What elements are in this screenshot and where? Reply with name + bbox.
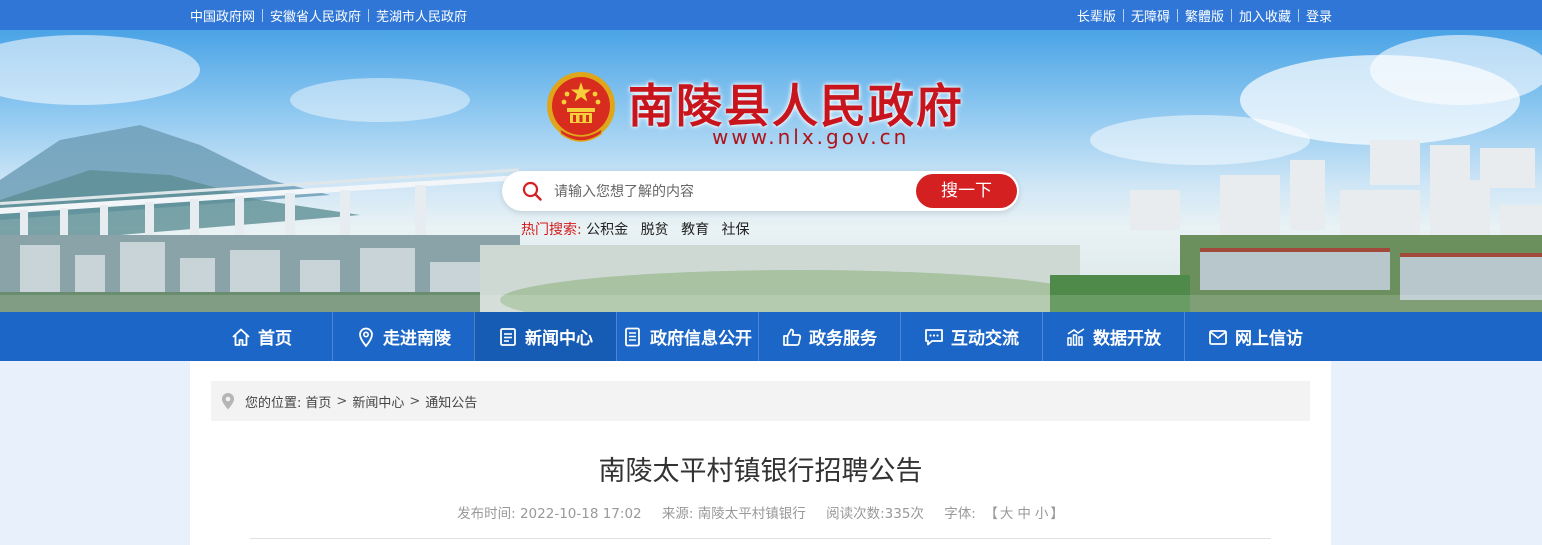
hot-search: 热门搜索: 公积金 脱贫 教育 社保 xyxy=(521,219,758,239)
hot-term-poverty[interactable]: 脱贫 xyxy=(641,222,669,238)
nav-label: 政务服务 xyxy=(809,329,877,349)
font-size-small[interactable]: 小 xyxy=(1035,506,1049,522)
search-input[interactable] xyxy=(552,177,906,207)
read-count-label: 阅读次数: xyxy=(826,506,885,522)
location-pin-icon xyxy=(222,393,234,410)
link-wuhu-gov[interactable]: 芜湖市人民政府 xyxy=(376,6,467,25)
breadcrumb-separator: > xyxy=(336,393,348,409)
chat-icon xyxy=(925,328,943,345)
nav-open-data[interactable]: 数据开放 xyxy=(1042,312,1184,361)
breadcrumb-prefix: 您的位置: xyxy=(245,395,302,411)
nav-gov-info-disclosure[interactable]: 政府信息公开 xyxy=(616,312,758,361)
main-nav: 首页 走进南陵 新闻中心 政府信息公开 政务服务 互动交流 数据开放 网上信访 xyxy=(0,312,1542,361)
link-login[interactable]: 登录 xyxy=(1306,6,1332,25)
nav-label: 网上信访 xyxy=(1235,329,1303,349)
link-add-favorite[interactable]: 加入收藏 xyxy=(1239,6,1291,25)
breadcrumb-separator: > xyxy=(409,393,421,409)
document-icon xyxy=(625,327,640,346)
top-right-links: 长辈版 无障碍 繁體版 加入收藏 登录 xyxy=(1077,0,1332,30)
font-size-selector: 字体: 【大中小】 xyxy=(944,506,1064,522)
source-label: 来源: xyxy=(661,506,694,522)
top-bar: 中国政府网 安徽省人民政府 芜湖市人民政府 长辈版 无障碍 繁體版 加入收藏 登… xyxy=(0,0,1542,30)
chart-icon xyxy=(1067,327,1085,346)
hot-term-education[interactable]: 教育 xyxy=(681,222,709,238)
font-size-label: 字体: xyxy=(944,506,976,522)
read-count-value: 335次 xyxy=(884,506,924,522)
font-size-medium[interactable]: 中 xyxy=(1017,506,1031,522)
article-title: 南陵太平村镇银行招聘公告 xyxy=(598,456,923,487)
location-icon xyxy=(359,327,373,347)
nav-home[interactable]: 首页 xyxy=(190,312,332,361)
search-button[interactable]: 搜一下 xyxy=(916,174,1017,208)
thumb-up-icon xyxy=(783,328,802,346)
nav-label: 政府信息公开 xyxy=(650,329,752,349)
search-icon xyxy=(522,181,542,201)
breadcrumb-home[interactable]: 首页 xyxy=(305,392,331,411)
divider xyxy=(1176,8,1178,22)
read-count: 阅读次数:335次 xyxy=(826,506,924,522)
bracket-close: 】 xyxy=(1050,506,1064,522)
hot-term-housing-fund[interactable]: 公积金 xyxy=(586,222,628,238)
header-banner: 南陵县人民政府 www.nlx.gov.cn 搜一下 热门搜索: 公积金 脱贫 … xyxy=(0,30,1542,312)
source-value: 南陵太平村镇银行 xyxy=(697,506,806,522)
top-left-links: 中国政府网 安徽省人民政府 芜湖市人民政府 xyxy=(190,0,467,30)
home-icon xyxy=(232,328,250,346)
nav-news-center[interactable]: 新闻中心 xyxy=(474,312,616,361)
link-traditional-chinese[interactable]: 繁體版 xyxy=(1185,6,1224,25)
divider xyxy=(1122,8,1124,22)
content-panel: 您的位置: 首页 > 新闻中心 > 通知公告 南陵太平村镇银行招聘公告 发布时间… xyxy=(190,361,1331,545)
nav-label: 数据开放 xyxy=(1093,329,1161,349)
divider xyxy=(368,8,370,22)
bracket-open: 【 xyxy=(984,506,998,522)
search-box: 搜一下 xyxy=(502,171,1019,211)
article-divider xyxy=(250,538,1271,539)
link-elder-version[interactable]: 长辈版 xyxy=(1077,6,1116,25)
publish-time-value: 2022-10-18 17:02 xyxy=(519,506,642,522)
nav-online-petition[interactable]: 网上信访 xyxy=(1184,312,1326,361)
divider xyxy=(262,8,264,22)
breadcrumb-notices[interactable]: 通知公告 xyxy=(425,392,477,411)
nav-label: 首页 xyxy=(258,329,292,349)
nav-label: 新闻中心 xyxy=(525,329,593,349)
breadcrumb-news-center[interactable]: 新闻中心 xyxy=(352,392,404,411)
publish-time-label: 发布时间: xyxy=(457,506,516,522)
national-emblem xyxy=(547,72,615,142)
nav-gov-services[interactable]: 政务服务 xyxy=(758,312,900,361)
hot-term-social-security[interactable]: 社保 xyxy=(722,222,750,238)
nav-about-nanling[interactable]: 走进南陵 xyxy=(332,312,474,361)
divider xyxy=(1297,8,1299,22)
site-url: www.nlx.gov.cn xyxy=(712,125,910,149)
breadcrumb: 您的位置: 首页 > 新闻中心 > 通知公告 xyxy=(211,381,1310,421)
link-anhui-gov[interactable]: 安徽省人民政府 xyxy=(270,6,361,25)
font-size-large[interactable]: 大 xyxy=(1000,506,1014,522)
hot-search-label: 热门搜索: xyxy=(521,222,582,238)
nav-interaction[interactable]: 互动交流 xyxy=(900,312,1042,361)
nav-label: 走进南陵 xyxy=(383,329,451,349)
publish-time: 发布时间: 2022-10-18 17:02 xyxy=(457,506,642,522)
article-source: 来源: 南陵太平村镇银行 xyxy=(662,506,806,522)
divider xyxy=(1230,8,1232,22)
link-china-gov[interactable]: 中国政府网 xyxy=(190,6,255,25)
article-meta: 发布时间: 2022-10-18 17:02 来源: 南陵太平村镇银行 阅读次数… xyxy=(190,502,1331,522)
mail-icon xyxy=(1209,329,1227,345)
news-icon xyxy=(500,327,516,346)
link-accessibility[interactable]: 无障碍 xyxy=(1131,6,1170,25)
nav-label: 互动交流 xyxy=(951,329,1019,349)
